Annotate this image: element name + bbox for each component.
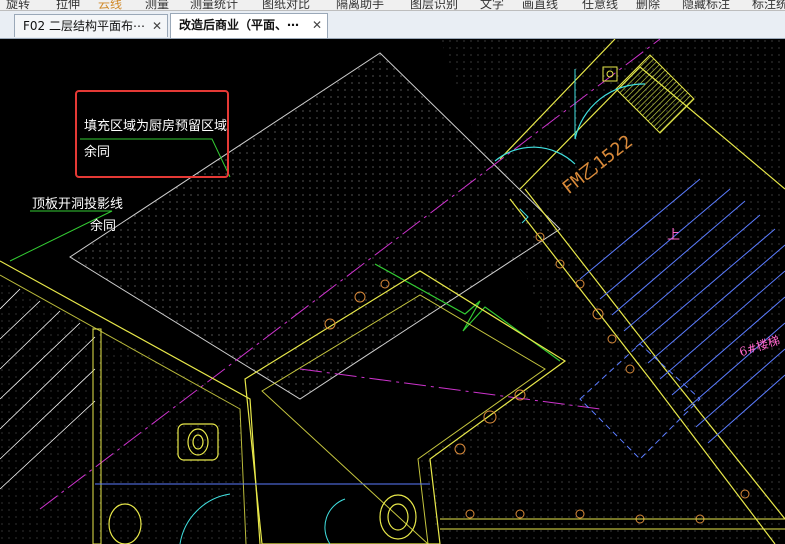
toolbar-item[interactable]: 测量统计: [190, 0, 238, 10]
toolbar-item[interactable]: 标注统计: [752, 0, 785, 10]
toolbar-item[interactable]: 文字: [480, 0, 504, 10]
toolbar-item[interactable]: 旋转: [6, 0, 30, 10]
top-toolbar: 旋转 拉伸 云线 测量 测量统计 图纸对比 隔离助手 图层识别 文字 画直线 任…: [0, 0, 785, 11]
close-icon[interactable]: ✕: [312, 14, 322, 36]
tab-f02-structure-plan[interactable]: F02 二层结构平面布⋯ ✕: [14, 14, 168, 37]
kitchen-reserved-note-same: 余同: [84, 145, 111, 160]
document-tab-bar: F02 二层结构平面布⋯ ✕ 改造后商业（平面、⋯ ✕: [0, 11, 785, 39]
tab-label: 改造后商业（平面、⋯: [179, 18, 300, 32]
opening-projection-note-same: 余同: [90, 219, 117, 234]
toolbar-item[interactable]: 图层识别: [410, 0, 458, 10]
tab-renovated-commercial[interactable]: 改造后商业（平面、⋯ ✕: [170, 13, 328, 38]
highlight-box: [75, 90, 229, 178]
close-icon[interactable]: ✕: [152, 15, 162, 37]
opening-projection-note: 顶板开洞投影线: [32, 197, 124, 212]
kitchen-reserved-note: 填充区域为厨房预留区域: [84, 119, 228, 134]
toolbar-item[interactable]: 图纸对比: [262, 0, 310, 10]
toolbar-item[interactable]: 画直线: [522, 0, 558, 10]
cad-drawing-canvas[interactable]: 填充区域为厨房预留区域 余同 顶板开洞投影线 余同 FM乙1522 6#楼梯 上: [0, 39, 785, 544]
toolbar-item[interactable]: 删除: [636, 0, 660, 10]
toolbar-item[interactable]: 云线: [98, 0, 122, 10]
stair-up-mark: 上: [667, 228, 681, 243]
tab-label: F02 二层结构平面布⋯: [23, 19, 145, 33]
toolbar-item[interactable]: 拉伸: [56, 0, 80, 10]
toolbar-item[interactable]: 隔离助手: [336, 0, 384, 10]
toolbar-item[interactable]: 任意线: [582, 0, 618, 10]
toolbar-item[interactable]: 测量: [145, 0, 169, 10]
toolbar-item[interactable]: 隐藏标注: [682, 0, 730, 10]
